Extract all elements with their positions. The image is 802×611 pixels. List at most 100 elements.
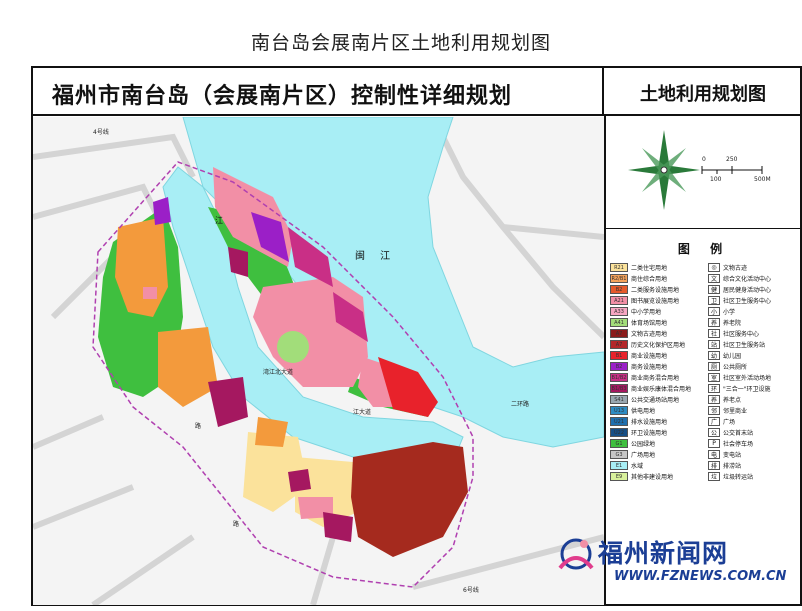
legend-label: 社会停车场: [723, 441, 754, 448]
scale-bar: [701, 166, 763, 174]
legend-landuse-item: B1/B2 商业商务混合用地: [610, 372, 679, 383]
facility-symbol-icon: 垃: [708, 472, 720, 481]
legend-label: 排水设施用地: [631, 419, 668, 426]
zone-b1b3-south: [288, 469, 311, 492]
legend-landuse-item: R2/B1 商住综合用地: [610, 273, 667, 284]
legend-landuse-item: A41 体育场馆用地: [610, 317, 667, 328]
compass-scale: 0 250 100 500M: [606, 118, 802, 226]
legend-label: 养老点: [723, 397, 742, 404]
legend-facility-item: 广广场: [708, 416, 735, 427]
legend-label: 垃圾转运站: [723, 474, 754, 481]
legend-swatch: A7: [610, 340, 628, 349]
facility-symbol-icon: 室: [708, 373, 720, 382]
facility-symbol-icon: 电: [708, 450, 720, 459]
legend-separator: [606, 228, 802, 229]
main-title: 福州市南台岛（会展南片区）控制性详细规划: [52, 84, 513, 109]
legend-label: 中小学用地: [631, 309, 662, 316]
river-label: 闽 江: [355, 251, 397, 262]
legend-facility-item: 站社区卫生服务站: [708, 339, 765, 350]
legend-facility-item: 幼幼儿园: [708, 350, 741, 361]
legend-facility-item: 健居民健身活动中心: [708, 284, 771, 295]
legend-landuse-item: B1 商业设施用地: [610, 350, 667, 361]
legend-label: 公园绿地: [631, 441, 656, 448]
facility-symbol-icon: 养: [708, 318, 720, 327]
scale-tick-500: 500M: [754, 176, 771, 183]
legend-facility-item: 电变电站: [708, 449, 741, 460]
legend-label: 居民健身活动中心: [723, 287, 772, 294]
facility-symbol-icon: 社: [708, 329, 720, 338]
legend-label: 商住综合用地: [631, 276, 668, 283]
legend-label: 二类住宅用地: [631, 265, 668, 272]
legend-facility-item: 卫社区卫生服务中心: [708, 295, 771, 306]
legend-swatch: G3: [610, 450, 628, 459]
legend-landuse-item: R21 二类住宅用地: [610, 262, 667, 273]
legend-label: 商业设施用地: [631, 353, 668, 360]
legend-landuse-item: E1 水域: [610, 460, 643, 471]
legend-facility-item: 文综合文化活动中心: [708, 273, 771, 284]
legend-landuse-item: U13 供电用地: [610, 405, 655, 416]
facility-symbol-icon: 养: [708, 395, 720, 404]
legend-facility-item: 垃垃圾转运站: [708, 471, 753, 482]
legend-landuse-item: B1/B3 商业娱乐康体混合用地: [610, 383, 691, 394]
zone-r2b1-south: [255, 417, 288, 447]
legend-label: 小学: [723, 309, 736, 316]
legend-label: 排涝站: [723, 463, 742, 470]
legend-landuse-item: U22 环卫设施用地: [610, 427, 667, 438]
channel-label: 江: [215, 216, 229, 225]
legend-label: 文物古迹用地: [631, 331, 668, 338]
legend-label: 历史文化保护区用地: [631, 342, 686, 349]
legend-label: 体育场馆用地: [631, 320, 668, 327]
legend-facility-item: 排排涝站: [708, 460, 741, 471]
legend-label: 变电站: [723, 452, 742, 459]
legend-label: 养老院: [723, 320, 742, 327]
legend-swatch: B1/B3: [610, 384, 628, 393]
facility-symbol-icon: P: [708, 439, 720, 448]
facility-symbol-icon: 站: [708, 340, 720, 349]
legend-swatch: B1: [610, 351, 628, 360]
legend-label: 二类服务设施用地: [631, 287, 680, 294]
facility-symbol-icon: 厕: [708, 362, 720, 371]
legend-swatch: U21: [610, 417, 628, 426]
watermark-en: WWW.FZNEWS.COM.CN: [614, 569, 787, 584]
zone-a21-small: [143, 287, 157, 299]
zone-a41-circle: [277, 331, 309, 363]
legend-label: 社区室外活动场地: [723, 375, 772, 382]
legend-landuse-item: E9 其他非建设用地: [610, 471, 673, 482]
legend-label: 社区卫生服务中心: [723, 298, 772, 305]
legend-title: 图 例: [677, 242, 731, 256]
facility-symbol-icon: 卫: [708, 296, 720, 305]
legend-label: 商业商务混合用地: [631, 375, 680, 382]
legend-swatch: A21: [610, 296, 628, 305]
road-label-a: 路: [195, 423, 202, 430]
legend-landuse-item: B2 商务设施用地: [610, 361, 667, 372]
legend-swatch: B2: [610, 285, 628, 294]
legend-facility-item: 小小学: [708, 306, 735, 317]
page-title: 南台岛会展南片区土地利用规划图: [250, 32, 551, 54]
facility-symbol-icon: ◎: [708, 263, 720, 272]
legend-landuse-item: G3 广场用地: [610, 449, 655, 460]
sub-title: 土地利用规划图: [640, 84, 766, 105]
facility-symbol-icon: 健: [708, 285, 720, 294]
legend-label: 商业娱乐康体混合用地: [631, 386, 692, 393]
legend-landuse-item: A7 历史文化保护区用地: [610, 339, 685, 350]
facility-symbol-icon: 排: [708, 461, 720, 470]
legend-facility-item: P 社会停车场: [708, 438, 753, 449]
legend-landuse-item: B2 二类服务设施用地: [610, 284, 679, 295]
legend-label: 环卫设施用地: [631, 430, 668, 437]
legend-landuse-item: G1 公园绿地: [610, 438, 655, 449]
legend-label: 供电用地: [631, 408, 656, 415]
road-label-b: 路: [233, 521, 240, 528]
land-use-map: 闽 江 江 4号线 6号线 二环路 湾江北大道 路 路 江大道: [33, 117, 604, 605]
legend-label: 邻里商业: [723, 408, 748, 415]
watermark-cn: 福州新闻网: [598, 539, 729, 568]
legend-facility-item: 养养老点: [708, 394, 741, 405]
facility-symbol-icon: 环: [708, 384, 720, 393]
road-label-4: 4号线: [93, 129, 109, 136]
road-label-6: 6号线: [463, 587, 479, 594]
map-canvas: [33, 117, 604, 605]
legend-landuse-item: S41 公共交通场站用地: [610, 394, 679, 405]
facility-symbol-icon: 小: [708, 307, 720, 316]
legend-label: 广场: [723, 419, 736, 426]
legend-label: 广场用地: [631, 452, 656, 459]
scale-tick-100: 100: [710, 176, 722, 183]
